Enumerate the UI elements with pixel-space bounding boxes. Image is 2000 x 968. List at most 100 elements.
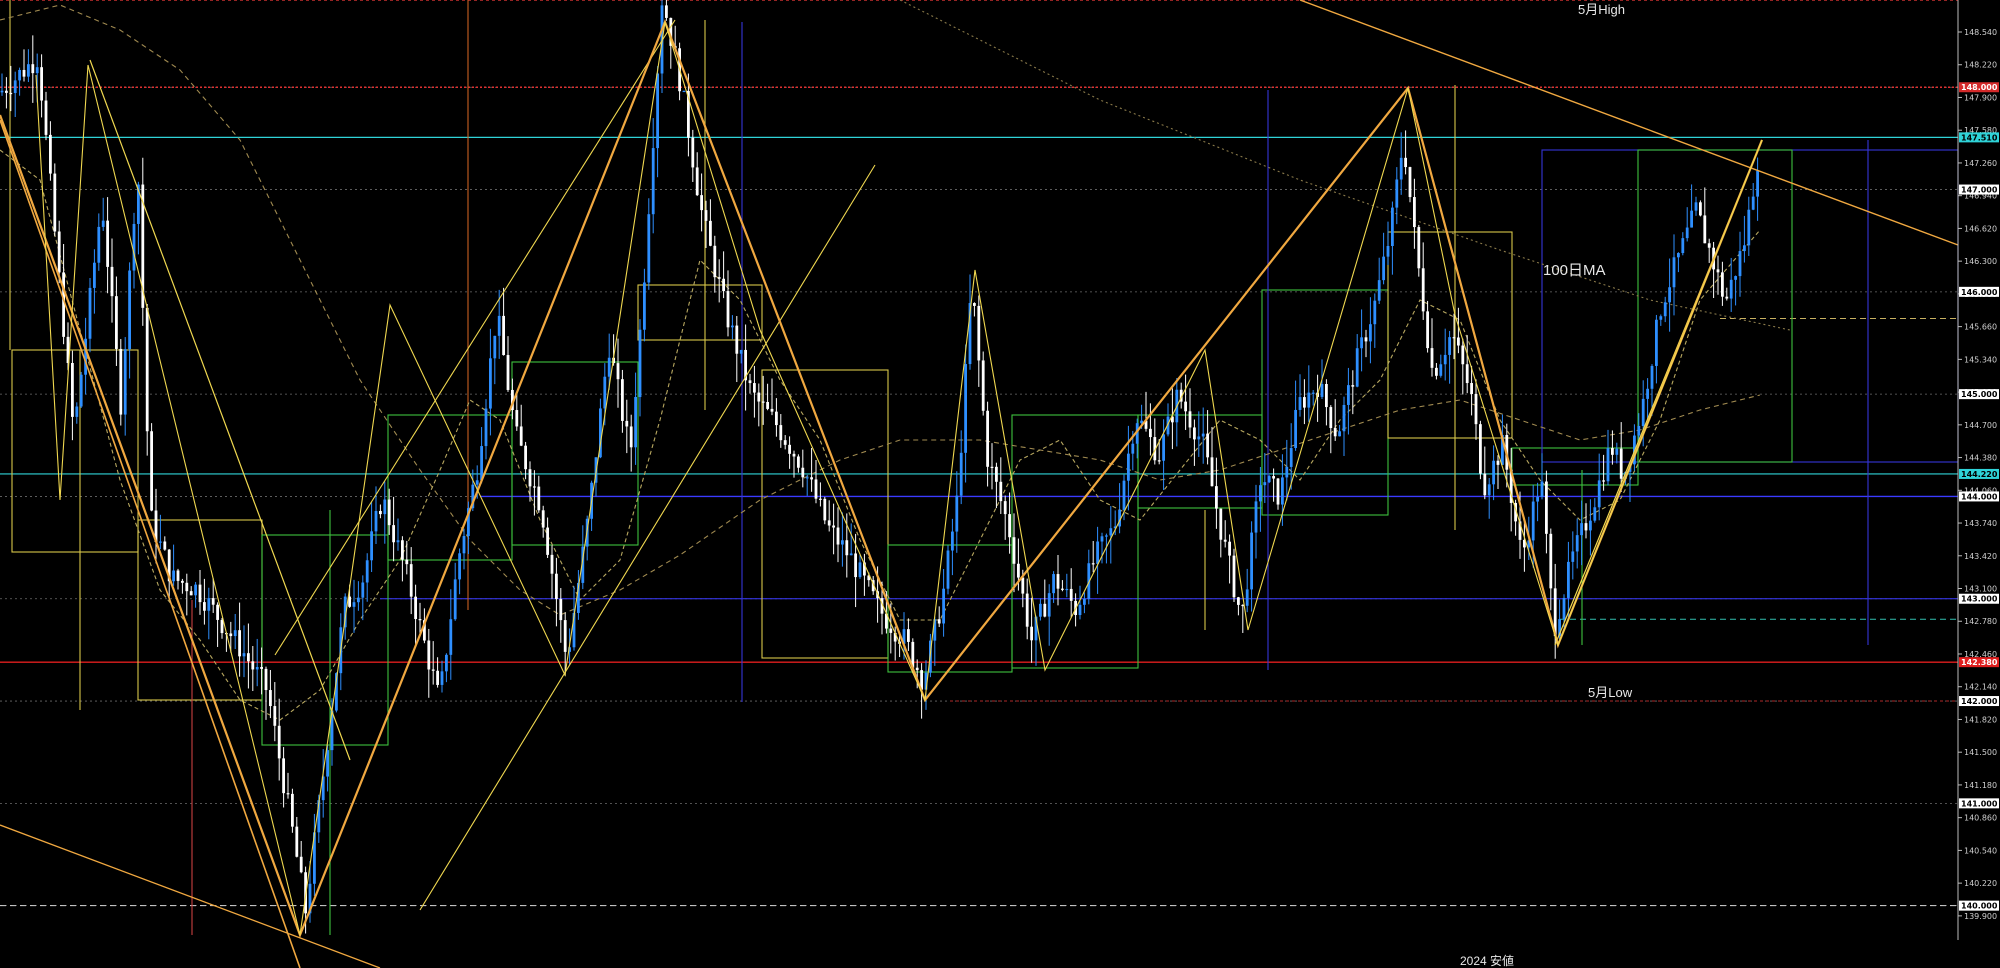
candle-body <box>717 277 721 279</box>
candle-body <box>1408 167 1412 198</box>
candle-body <box>251 661 255 670</box>
candle-body <box>1338 431 1341 437</box>
candle-body <box>291 793 294 827</box>
candle-body <box>497 315 501 336</box>
candle-body <box>75 406 79 417</box>
candle-body <box>1452 337 1456 339</box>
candle-body <box>1329 407 1333 429</box>
candle-body <box>255 667 259 670</box>
candle-body <box>1197 436 1201 440</box>
candle-body <box>431 669 435 671</box>
candle-body <box>651 148 655 215</box>
candle-body <box>31 64 35 74</box>
candle-body <box>163 541 167 550</box>
candle-body <box>797 456 800 468</box>
candle-body <box>128 270 131 350</box>
candle-body <box>1487 484 1491 496</box>
y-tick-label: 139.900 <box>1964 912 1997 921</box>
ma100-label: 100日MA <box>1543 262 1606 279</box>
candle-body <box>1395 179 1399 208</box>
candle-body <box>1105 535 1108 537</box>
y-tick-label: 148.540 <box>1964 28 1997 37</box>
candle-body <box>1413 197 1416 228</box>
candle-body <box>1593 507 1597 521</box>
candle-body <box>1725 296 1729 299</box>
candle-body <box>907 629 910 642</box>
candle-body <box>836 527 840 545</box>
candle-body <box>1637 425 1641 436</box>
candle-body <box>559 598 563 621</box>
candle-body <box>563 620 567 652</box>
candle-body <box>937 619 941 624</box>
candle-body <box>1386 246 1390 257</box>
candle-body <box>541 510 545 528</box>
candle-body <box>1589 520 1592 531</box>
candle-body <box>1294 409 1297 449</box>
candle-body <box>1039 603 1042 617</box>
candle-body <box>1382 256 1385 281</box>
usdjpy-candlestick-chart: 5月High 5月Low 100日MA 2024 安値 148.540 148.2… <box>0 0 2000 968</box>
candle-body <box>1567 561 1570 598</box>
y-tick-label: 142.780 <box>1964 617 1997 626</box>
candle-body <box>119 348 123 415</box>
candle-body <box>1448 337 1451 355</box>
candle-body <box>299 856 303 873</box>
candle-body <box>1056 574 1060 589</box>
candle-body <box>1443 354 1447 365</box>
candle-body <box>1465 364 1469 384</box>
candle-body <box>1430 348 1434 368</box>
candle-body <box>616 363 620 380</box>
candle-body <box>1342 404 1346 432</box>
candle-body <box>713 245 717 278</box>
candle-body <box>1188 411 1192 428</box>
candle-body <box>93 262 96 288</box>
candle-body <box>1743 245 1746 252</box>
candle-body <box>1303 397 1306 408</box>
y-tick-label: 143.420 <box>1964 552 1997 561</box>
price-axis: 148.540148.220147.900147.580147.260146.9… <box>1957 0 1999 940</box>
candle-body <box>995 466 998 482</box>
candle-body <box>1716 269 1720 273</box>
candle-body <box>71 362 74 417</box>
candle-body <box>841 540 844 545</box>
candle-body <box>242 653 246 657</box>
y-tick-label: 143.740 <box>1964 519 1997 528</box>
candle-body <box>1492 460 1495 485</box>
y-tick-label: 143.100 <box>1964 585 1997 594</box>
price-tag-label: 144.220 <box>1961 470 1998 479</box>
candle-body <box>1641 398 1645 426</box>
candle-body <box>1703 215 1707 244</box>
candle-body <box>418 619 422 621</box>
candle-body <box>150 431 153 511</box>
candle-body <box>1127 453 1130 481</box>
candle-body <box>176 570 180 581</box>
candle-body <box>691 137 695 168</box>
candle-body <box>110 266 114 297</box>
candle-body <box>1747 209 1751 246</box>
candle-body <box>1690 210 1693 228</box>
candle-body <box>524 445 527 470</box>
candle-body <box>233 630 237 637</box>
candle-body <box>5 90 8 93</box>
candle-body <box>203 602 206 611</box>
candle-body <box>449 619 453 655</box>
candle-body <box>1545 481 1548 534</box>
candle-body <box>370 531 373 561</box>
candle-body <box>986 410 989 467</box>
candle-body <box>1008 514 1011 538</box>
candle-body <box>106 220 109 267</box>
candle-body <box>427 640 431 670</box>
y-tick-label: 147.260 <box>1964 159 1997 168</box>
y-tick-label: 146.300 <box>1964 257 1997 266</box>
candle-body <box>1333 428 1337 437</box>
candle-body <box>277 725 281 759</box>
candle-body <box>858 562 862 578</box>
candle-body <box>1391 207 1394 247</box>
candle-body <box>357 597 360 603</box>
price-tag-label: 146.000 <box>1961 288 1998 297</box>
candle-body <box>1369 324 1372 342</box>
candle-body <box>832 525 835 528</box>
candle-body <box>1659 316 1663 320</box>
candle-body <box>766 401 769 409</box>
candle-body <box>1232 555 1236 598</box>
